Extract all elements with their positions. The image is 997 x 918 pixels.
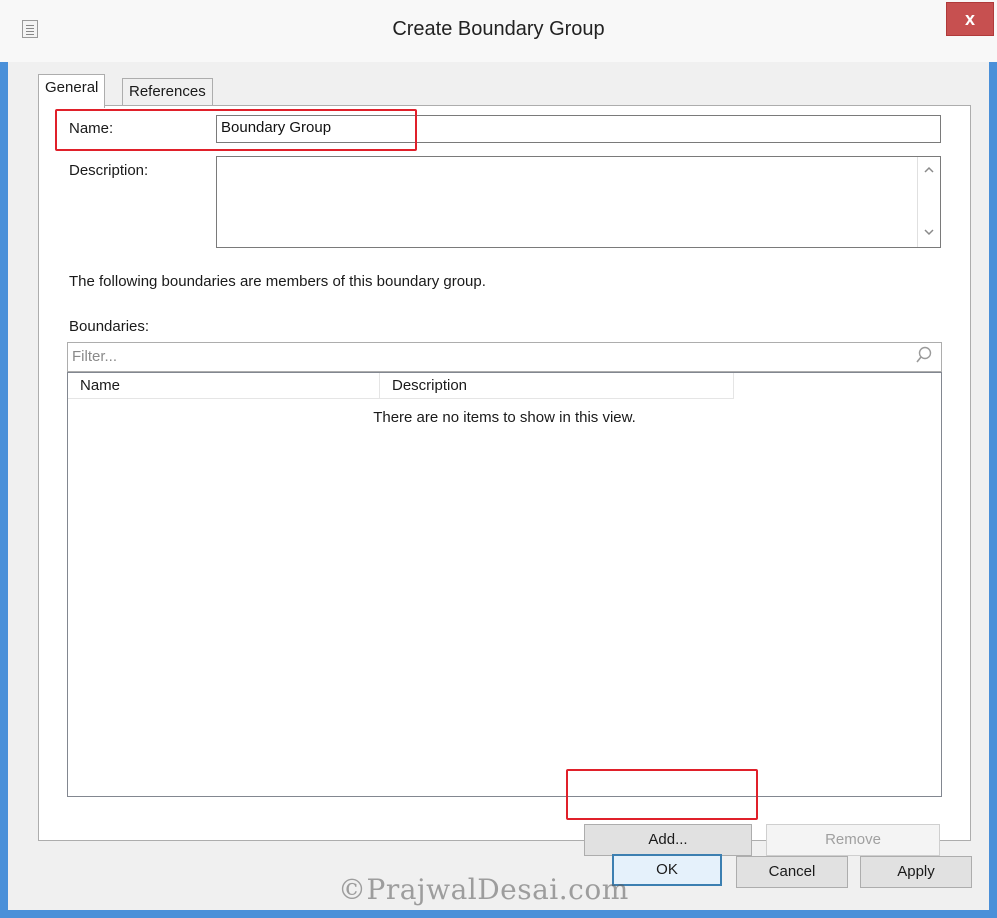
- dialog-client-area: General References Name: Boundary Group …: [8, 62, 989, 910]
- create-boundary-group-dialog: Create Boundary Group x General Referenc…: [0, 0, 997, 918]
- add-highlight-box: [566, 769, 758, 820]
- search-icon[interactable]: [915, 346, 933, 366]
- tab-general[interactable]: General: [38, 74, 106, 108]
- empty-list-message: There are no items to show in this view.: [373, 409, 636, 426]
- boundaries-label: Boundaries:: [69, 318, 150, 335]
- cancel-button[interactable]: Cancel: [736, 856, 848, 888]
- boundaries-list[interactable]: Name Description There are no items to s…: [67, 372, 942, 797]
- dialog-title: Create Boundary Group: [392, 18, 605, 40]
- description-scrollbar[interactable]: [917, 157, 940, 247]
- column-header-name[interactable]: Name: [68, 373, 380, 399]
- watermark: ©PrajwalDesai.com: [338, 873, 629, 906]
- tab-references[interactable]: References: [122, 78, 213, 106]
- title-bar[interactable]: Create Boundary Group x: [0, 0, 997, 62]
- filter-placeholder: Filter...: [72, 348, 118, 365]
- column-header-description[interactable]: Description: [380, 373, 734, 399]
- boundaries-info-text: The following boundaries are members of …: [69, 273, 486, 290]
- close-icon[interactable]: x: [946, 2, 994, 36]
- general-tab-panel: Name: Boundary Group Description: The fo…: [38, 105, 971, 856]
- name-highlight-box: [55, 109, 417, 151]
- add-button[interactable]: Add...: [584, 824, 752, 856]
- description-field[interactable]: [216, 156, 941, 248]
- chevron-up-icon[interactable]: [921, 163, 937, 179]
- description-label: Description:: [69, 162, 149, 179]
- filter-input[interactable]: Filter...: [67, 342, 942, 372]
- remove-button[interactable]: Remove: [766, 824, 940, 856]
- apply-button[interactable]: Apply: [860, 856, 972, 888]
- chevron-down-icon[interactable]: [921, 225, 937, 241]
